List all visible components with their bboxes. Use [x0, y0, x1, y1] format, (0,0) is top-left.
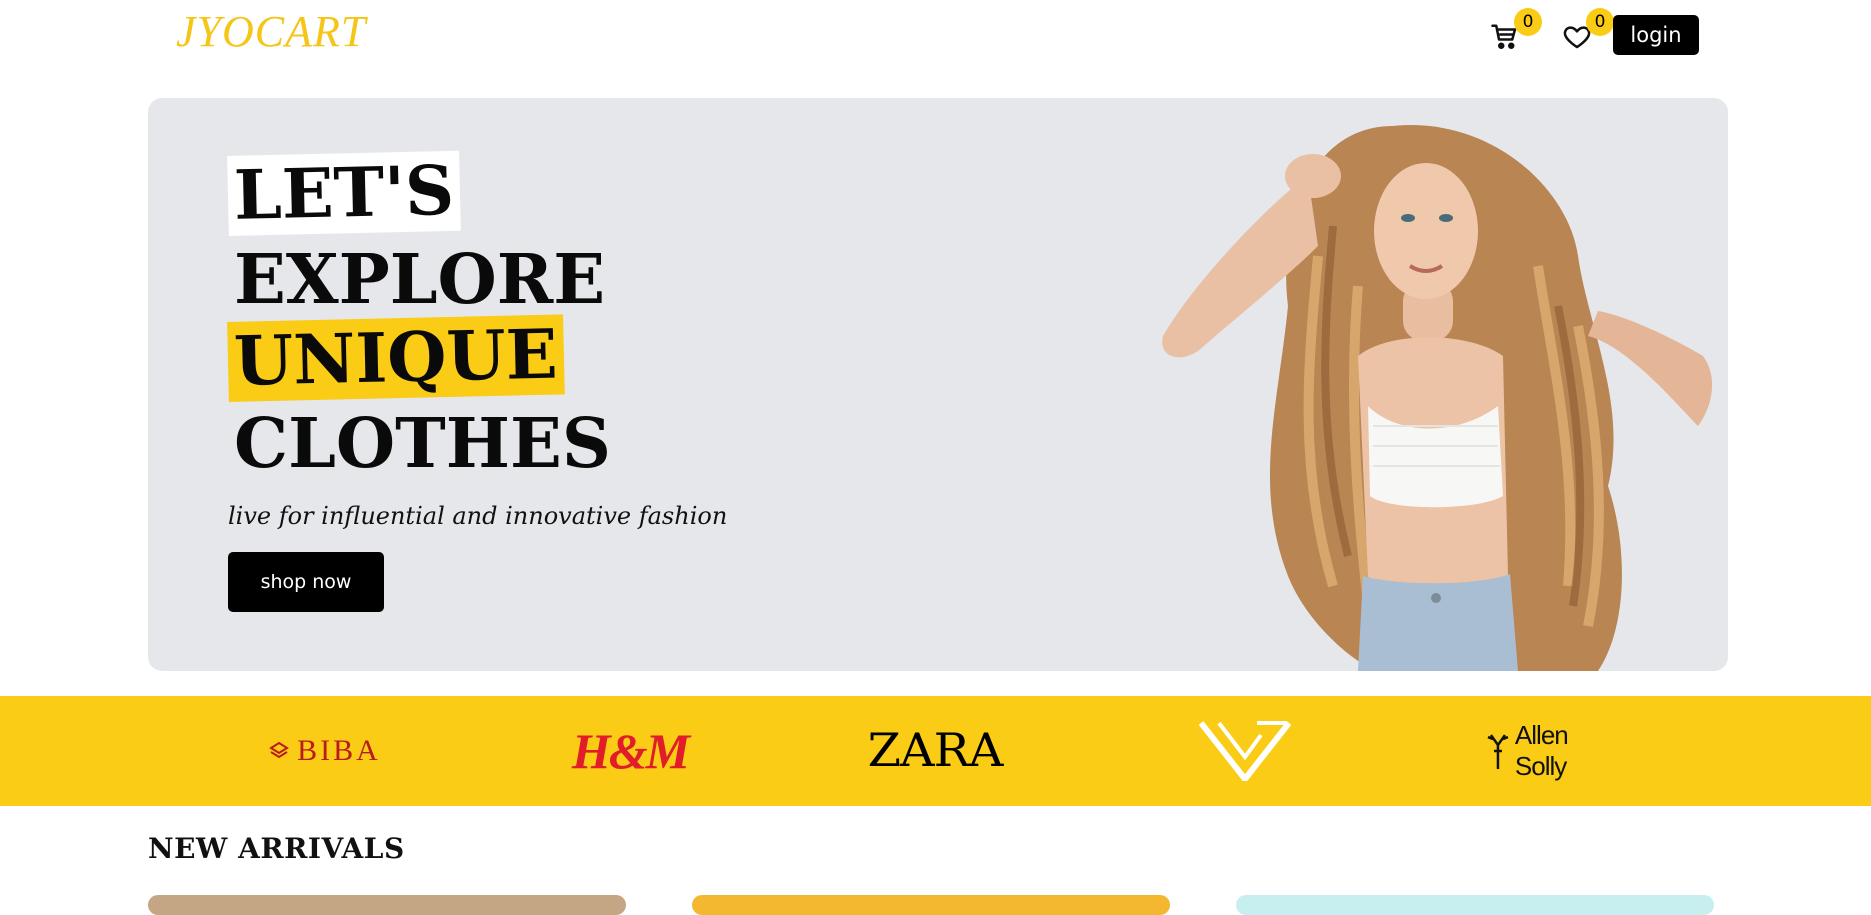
- biba-mark-icon: [269, 741, 290, 759]
- hero-tagline: live for influential and innovative fash…: [228, 502, 728, 530]
- van-heusen-v-icon: [1199, 721, 1291, 781]
- model-jeans: [1358, 574, 1518, 671]
- stag-icon: [1487, 734, 1509, 769]
- hero-heading-line-1: LET'S: [227, 150, 462, 236]
- hero-model-image: [1162, 125, 1713, 671]
- brand-strip: BIBA H&M ZARA Allen Solly: [0, 696, 1871, 806]
- allen-solly-wordmark: Allen Solly: [1514, 720, 1569, 781]
- brand-logo-hm[interactable]: H&M: [560, 696, 700, 806]
- login-button[interactable]: login: [1613, 15, 1699, 55]
- site-header: JYOCART 0 0 login: [0, 0, 1871, 80]
- brand-logo-biba[interactable]: BIBA: [255, 696, 395, 806]
- shop-now-button[interactable]: shop now: [228, 552, 384, 612]
- hero-heading-line-4: CLOTHES: [234, 404, 611, 484]
- product-card[interactable]: [1236, 895, 1714, 915]
- brand-logo-van-heusen[interactable]: [1195, 696, 1295, 806]
- hero-heading-line-2: EXPLORE: [234, 240, 606, 320]
- hero-banner: LET'S EXPLORE UNIQUE CLOTHES live for in…: [148, 98, 1728, 671]
- model-face: [1374, 163, 1478, 299]
- zara-wordmark: ZARA: [867, 724, 1004, 778]
- biba-wordmark: BIBA: [297, 734, 381, 767]
- product-card[interactable]: [148, 895, 626, 915]
- hero-heading-line-3: UNIQUE: [227, 314, 565, 402]
- product-card[interactable]: [692, 895, 1170, 915]
- cart-count-badge: 0: [1514, 8, 1542, 36]
- wishlist-button[interactable]: 0: [1562, 8, 1614, 52]
- brand-logo-zara[interactable]: ZARA: [865, 696, 1005, 806]
- new-arrivals-heading: NEW ARRIVALS: [148, 832, 405, 865]
- site-logo[interactable]: JYOCART: [176, 6, 366, 57]
- hm-wordmark: H&M: [571, 723, 690, 779]
- brand-logo-allen-solly[interactable]: Allen Solly: [1485, 696, 1625, 806]
- cart-button[interactable]: 0: [1490, 8, 1542, 52]
- wishlist-count-badge: 0: [1586, 8, 1614, 36]
